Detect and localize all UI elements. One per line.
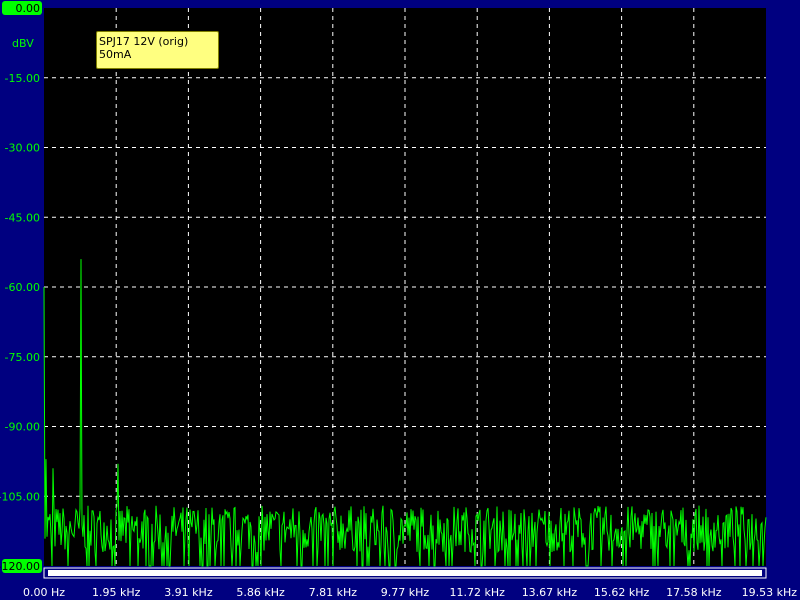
y-tick-label: 0.00 bbox=[16, 2, 41, 15]
y-axis-ticks: 0.00 -15.00 -30.00 -45.00 -60.00 -75.00 -90.00… bbox=[0, 1, 42, 573]
legend-series-label: SPJ17 12V (orig) 50mA bbox=[99, 35, 189, 61]
x-tick-label: 11.72 kHz bbox=[449, 586, 505, 599]
y-tick-label: -15.00 bbox=[5, 72, 40, 85]
x-tick-label: 13.67 kHz bbox=[522, 586, 578, 599]
x-tick-label: 17.58 kHz bbox=[666, 586, 722, 599]
y-tick-label: -30.00 bbox=[5, 142, 40, 155]
y-axis-unit-label: dBV bbox=[12, 37, 34, 50]
x-tick-label: 15.62 kHz bbox=[594, 586, 650, 599]
x-tick-label: 3.91 kHz bbox=[164, 586, 213, 599]
y-tick-label: -45.00 bbox=[5, 211, 40, 224]
x-tick-label: 1.95 kHz bbox=[92, 586, 141, 599]
legend-box: SPJ17 12V (orig) 50mA bbox=[96, 31, 219, 69]
x-scrollbar-thumb[interactable] bbox=[48, 570, 762, 576]
x-tick-label: 5.86 kHz bbox=[236, 586, 285, 599]
x-tick-label: 7.81 kHz bbox=[309, 586, 358, 599]
x-axis-ticks: 0.00 Hz 1.95 kHz 3.91 kHz 5.86 kHz 7.81 kHz 9… bbox=[23, 586, 797, 599]
y-tick-label: -120.00 bbox=[0, 560, 40, 573]
y-tick-label: -105.00 bbox=[0, 490, 40, 503]
x-tick-label: 19.53 kHz bbox=[742, 586, 798, 599]
y-tick-label: -90.00 bbox=[5, 421, 40, 434]
x-tick-label: 0.00 Hz bbox=[23, 586, 65, 599]
y-tick-label: -75.00 bbox=[5, 351, 40, 364]
spectrum-chart: 0.00 -15.00 -30.00 -45.00 -60.00 -75.00 -90.00… bbox=[0, 1, 797, 599]
x-tick-label: 9.77 kHz bbox=[381, 586, 430, 599]
y-tick-label: -60.00 bbox=[5, 281, 40, 294]
